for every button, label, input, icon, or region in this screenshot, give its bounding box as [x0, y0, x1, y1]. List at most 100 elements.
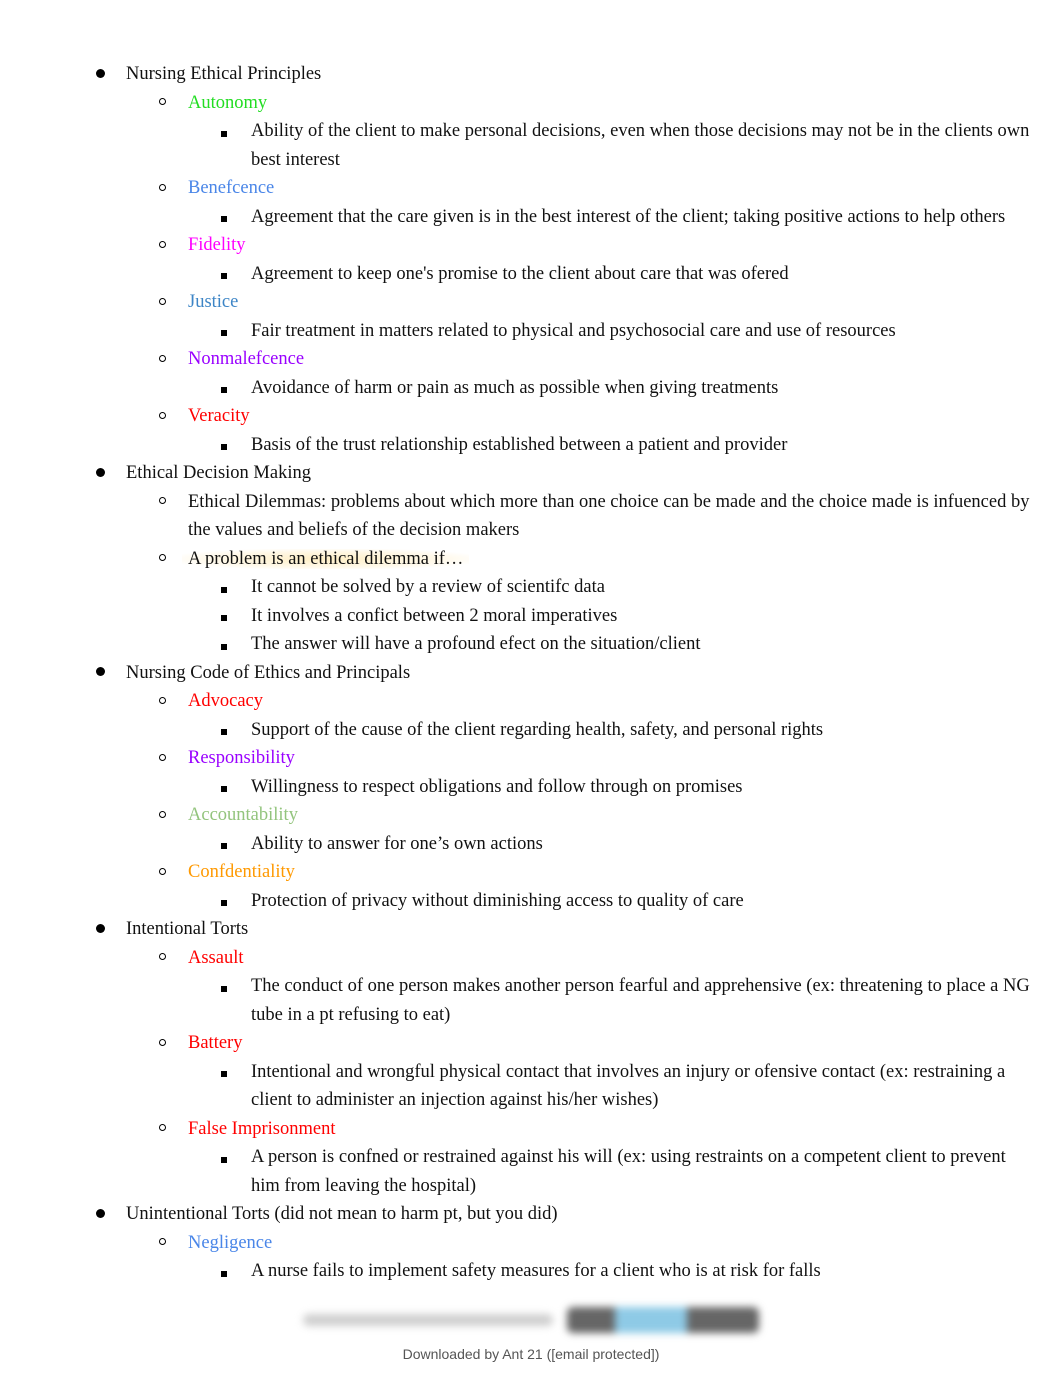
hollow-circle-bullet-icon: [156, 345, 168, 374]
list-item: Responsibility: [0, 744, 1062, 773]
section-title: Nursing Ethical Principles: [126, 64, 322, 84]
definition-text: It involves a confict between 2 moral im…: [251, 605, 618, 626]
square-bullet-icon: [219, 1143, 229, 1172]
hollow-circle-bullet-icon: [156, 687, 168, 716]
definition-item: A person is confned or restrained agains…: [0, 1143, 1062, 1200]
filled-circle-bullet-icon: [94, 915, 106, 944]
section-heading: Intentional Torts: [0, 915, 1062, 944]
square-bullet-icon: [219, 1257, 229, 1286]
definition-text: Willingness to respect obligations and f…: [251, 776, 743, 797]
blurred-watermark-banner: [303, 1298, 759, 1342]
definition-text: A person is confned or restrained agains…: [251, 1147, 1006, 1196]
square-bullet-icon: [219, 1058, 229, 1087]
definition-item: A nurse fails to implement safety measur…: [0, 1257, 1062, 1286]
term-label: Negligence: [188, 1232, 273, 1253]
definition-item: Basis of the trust relationship establis…: [0, 431, 1062, 460]
term-label: Responsibility: [188, 748, 295, 768]
hollow-circle-bullet-icon: [156, 1029, 168, 1058]
square-bullet-icon: [219, 203, 229, 232]
square-bullet-icon: [219, 830, 229, 859]
definition-text: A nurse fails to implement safety measur…: [251, 1261, 821, 1281]
square-bullet-icon: [219, 431, 229, 460]
term-label: Assault: [188, 947, 244, 968]
square-bullet-icon: [219, 630, 229, 659]
list-item: Confdentiality: [0, 858, 1062, 887]
filled-circle-bullet-icon: [94, 1200, 106, 1229]
term-label: Accountability: [188, 805, 298, 825]
list-item: Fidelity: [0, 231, 1062, 260]
section-title: Ethical Decision Making: [126, 463, 311, 483]
definition-item: Ability to answer for one’s own actions: [0, 830, 1062, 859]
definition-text: It cannot be solved by a review of scien…: [251, 577, 605, 597]
term-label: Nonmalefcence: [188, 349, 305, 369]
list-item: A problem is an ethical dilemma if…: [0, 545, 1062, 574]
definition-text: Basis of the trust relationship establis…: [251, 434, 788, 455]
definition-item: Protection of privacy without diminishin…: [0, 887, 1062, 916]
section-title: Nursing Code of Ethics and Principals: [126, 662, 411, 683]
list-item: Ethical Dilemmas: problems about which m…: [0, 488, 1062, 545]
definition-text: Avoidance of harm or pain as much as pos…: [251, 377, 779, 398]
definition-item: Fair treatment in matters related to phy…: [0, 317, 1062, 346]
section-heading: Nursing Ethical Principles: [0, 60, 1062, 89]
term-label: False Imprisonment: [188, 1118, 336, 1139]
definition-item: The conduct of one person makes another …: [0, 972, 1062, 1029]
hollow-circle-bullet-icon: [156, 402, 168, 431]
hollow-circle-bullet-icon: [156, 488, 168, 517]
definition-item: The answer will have a profound efect on…: [0, 630, 1062, 659]
definition-item: Intentional and wrongful physical contac…: [0, 1058, 1062, 1115]
filled-circle-bullet-icon: [94, 60, 106, 89]
hollow-circle-bullet-icon: [156, 801, 168, 830]
square-bullet-icon: [219, 887, 229, 916]
hollow-circle-bullet-icon: [156, 545, 168, 574]
document-body: Nursing Ethical Principles Autonomy Abilit…: [0, 60, 1062, 1286]
square-bullet-icon: [219, 260, 229, 289]
definition-text: Intentional and wrongful physical contac…: [251, 1061, 1006, 1111]
list-item: Benefcence: [0, 174, 1062, 203]
definition-text: Agreement to keep one's promise to the c…: [251, 263, 789, 284]
hollow-circle-bullet-icon: [156, 1115, 168, 1144]
list-item: Negligence: [0, 1229, 1062, 1258]
hollow-circle-bullet-icon: [156, 1229, 168, 1258]
list-item: Autonomy: [0, 89, 1062, 118]
list-item: Justice: [0, 288, 1062, 317]
definition-item: It involves a confict between 2 moral im…: [0, 602, 1062, 631]
term-label: Confdentiality: [188, 862, 295, 882]
list-item: Battery: [0, 1029, 1062, 1058]
definition-item: Ability of the client to make personal d…: [0, 117, 1062, 174]
blurred-watermark-text: [303, 1314, 553, 1326]
square-bullet-icon: [219, 602, 229, 631]
filled-circle-bullet-icon: [94, 459, 106, 488]
hollow-circle-bullet-icon: [156, 944, 168, 973]
list-item: Assault: [0, 944, 1062, 973]
blurred-logo: [567, 1307, 759, 1333]
definition-item: Willingness to respect obligations and f…: [0, 773, 1062, 802]
page-footer: Downloaded by Ant 21 ([email protected]): [0, 1298, 1062, 1362]
section-heading: Unintentional Torts (did not mean to har…: [0, 1200, 1062, 1229]
square-bullet-icon: [219, 317, 229, 346]
term-label: Autonomy: [188, 92, 268, 113]
section-heading: Nursing Code of Ethics and Principals: [0, 659, 1062, 688]
list-item: Veracity: [0, 402, 1062, 431]
definition-text: Agreement that the care given is in the …: [251, 206, 1006, 227]
list-item: False Imprisonment: [0, 1115, 1062, 1144]
term-label: Battery: [188, 1033, 243, 1053]
filled-circle-bullet-icon: [94, 659, 106, 688]
download-note: Downloaded by Ant 21 ([email protected]): [402, 1346, 660, 1362]
definition-text: Ability of the client to make personal d…: [251, 121, 1030, 170]
definition-text: Support of the cause of the client regar…: [251, 719, 824, 740]
definition-text: Fair treatment in matters related to phy…: [251, 320, 896, 341]
term-label: Ethical Dilemmas: problems about which m…: [188, 491, 1030, 541]
list-item: Nonmalefcence: [0, 345, 1062, 374]
section-heading: Ethical Decision Making: [0, 459, 1062, 488]
square-bullet-icon: [219, 716, 229, 745]
term-label: Advocacy: [188, 691, 263, 711]
definition-text: Protection of privacy without diminishin…: [251, 890, 744, 911]
definition-item: Agreement to keep one's promise to the c…: [0, 260, 1062, 289]
hollow-circle-bullet-icon: [156, 231, 168, 260]
list-item: Advocacy: [0, 687, 1062, 716]
list-item: Accountability: [0, 801, 1062, 830]
square-bullet-icon: [219, 374, 229, 403]
definition-item: Avoidance of harm or pain as much as pos…: [0, 374, 1062, 403]
definition-text: The answer will have a profound efect on…: [251, 634, 701, 654]
definition-text: The conduct of one person makes another …: [251, 976, 1030, 1025]
